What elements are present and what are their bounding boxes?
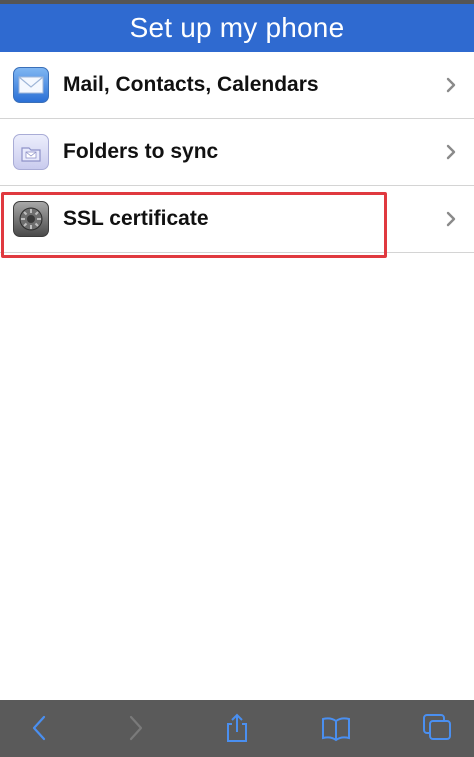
list-item-label: SSL certificate (63, 207, 209, 230)
settings-list: Mail, Contacts, Calendars Folders to syn… (0, 52, 474, 253)
settings-gear-icon (13, 201, 49, 237)
page-title: Set up my phone (129, 12, 345, 43)
browser-toolbar (0, 700, 474, 757)
share-icon[interactable] (222, 713, 252, 743)
list-item-folders-to-sync[interactable]: Folders to sync (0, 119, 474, 186)
bookmarks-icon[interactable] (321, 713, 351, 743)
mail-icon (13, 67, 49, 103)
chevron-right-icon (440, 74, 462, 96)
chevron-right-icon (440, 141, 462, 163)
folder-icon (13, 134, 49, 170)
list-item-label: Mail, Contacts, Calendars (63, 73, 319, 96)
list-item-label: Folders to sync (63, 140, 219, 163)
chevron-right-icon (440, 208, 462, 230)
tabs-icon[interactable] (421, 713, 451, 743)
page-header: Set up my phone (0, 0, 474, 52)
back-arrow-icon[interactable] (24, 713, 54, 743)
list-item-ssl-certificate[interactable]: SSL certificate (0, 186, 474, 253)
list-item-mail-contacts-calendars[interactable]: Mail, Contacts, Calendars (0, 52, 474, 119)
forward-arrow-icon[interactable] (121, 713, 151, 743)
